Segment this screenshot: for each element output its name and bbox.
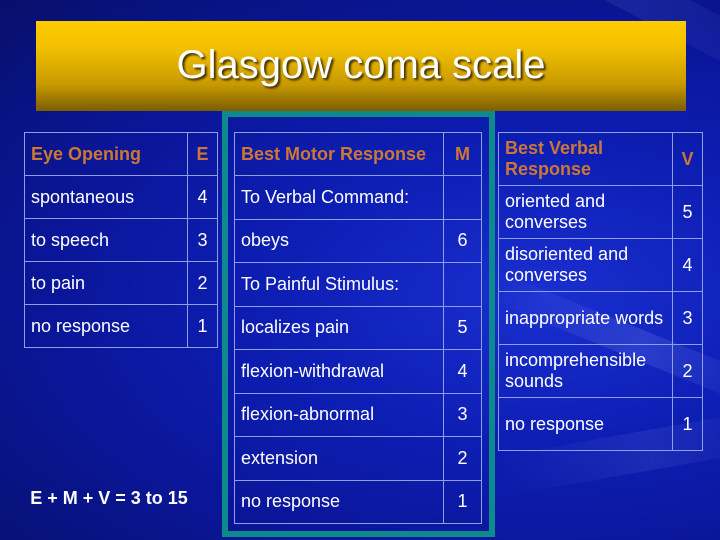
motor-row-label: To Painful Stimulus: <box>234 262 444 307</box>
table-row: To Painful Stimulus: <box>234 262 482 307</box>
total-score-formula: E + M + V = 3 to 15 <box>30 488 188 508</box>
table-row: to speech 3 <box>24 218 218 262</box>
eye-row-label: spontaneous <box>24 175 188 219</box>
eye-opening-table: Eye Opening E spontaneous 4 to speech 3 … <box>24 132 218 348</box>
verbal-header-code: V <box>672 132 703 186</box>
motor-row-score <box>443 175 482 220</box>
verbal-row-label: incomprehensible sounds <box>498 344 673 398</box>
motor-row-label: To Verbal Command: <box>234 175 444 220</box>
table-header-row: Best Motor Response M <box>234 132 482 176</box>
verbal-row-label: inappropriate words <box>498 291 673 345</box>
verbal-response-table: Best Verbal Response V oriented and conv… <box>498 132 703 451</box>
verbal-header-label: Best Verbal Response <box>498 132 673 186</box>
motor-header-code: M <box>443 132 482 176</box>
motor-row-label: flexion-abnormal <box>234 392 444 437</box>
motor-row-score: 3 <box>443 392 482 437</box>
table-row: oriented and converses 5 <box>498 185 703 239</box>
eye-row-score: 2 <box>187 261 218 305</box>
table-row: to pain 2 <box>24 261 218 305</box>
slide-title: Glasgow coma scale <box>176 42 546 87</box>
verbal-row-score: 1 <box>672 397 703 451</box>
motor-row-label: no response <box>234 479 444 524</box>
motor-row-score: 6 <box>443 218 482 263</box>
eye-row-label: to speech <box>24 218 188 262</box>
table-row: spontaneous 4 <box>24 175 218 219</box>
table-header-row: Best Verbal Response V <box>498 132 703 186</box>
table-row: incomprehensible sounds 2 <box>498 344 703 398</box>
motor-row-label: localizes pain <box>234 305 444 350</box>
table-header-row: Eye Opening E <box>24 132 218 176</box>
table-row: flexion-abnormal 3 <box>234 392 482 437</box>
table-row: no response 1 <box>24 304 218 348</box>
motor-header-label: Best Motor Response <box>234 132 444 176</box>
table-row: disoriented and converses 4 <box>498 238 703 292</box>
verbal-row-label: oriented and converses <box>498 185 673 239</box>
motor-response-table: Best Motor Response M To Verbal Command:… <box>234 132 482 524</box>
eye-row-score: 4 <box>187 175 218 219</box>
table-row: localizes pain 5 <box>234 305 482 350</box>
table-row: no response 1 <box>234 479 482 524</box>
motor-row-score: 2 <box>443 436 482 481</box>
eye-header-label: Eye Opening <box>24 132 188 176</box>
table-row: inappropriate words 3 <box>498 291 703 345</box>
table-row: obeys 6 <box>234 218 482 263</box>
verbal-row-label: disoriented and converses <box>498 238 673 292</box>
title-bar: Glasgow coma scale <box>36 21 686 111</box>
motor-row-score <box>443 262 482 307</box>
verbal-row-score: 5 <box>672 185 703 239</box>
table-row: flexion-withdrawal 4 <box>234 349 482 394</box>
motor-row-score: 1 <box>443 479 482 524</box>
motor-row-label: obeys <box>234 218 444 263</box>
motor-row-score: 5 <box>443 305 482 350</box>
motor-row-label: extension <box>234 436 444 481</box>
table-row: To Verbal Command: <box>234 175 482 220</box>
verbal-row-score: 3 <box>672 291 703 345</box>
motor-row-score: 4 <box>443 349 482 394</box>
verbal-row-score: 4 <box>672 238 703 292</box>
eye-row-score: 1 <box>187 304 218 348</box>
eye-header-code: E <box>187 132 218 176</box>
table-row: no response 1 <box>498 397 703 451</box>
verbal-row-label: no response <box>498 397 673 451</box>
eye-row-label: to pain <box>24 261 188 305</box>
table-row: extension 2 <box>234 436 482 481</box>
eye-row-score: 3 <box>187 218 218 262</box>
verbal-row-score: 2 <box>672 344 703 398</box>
eye-row-label: no response <box>24 304 188 348</box>
motor-row-label: flexion-withdrawal <box>234 349 444 394</box>
